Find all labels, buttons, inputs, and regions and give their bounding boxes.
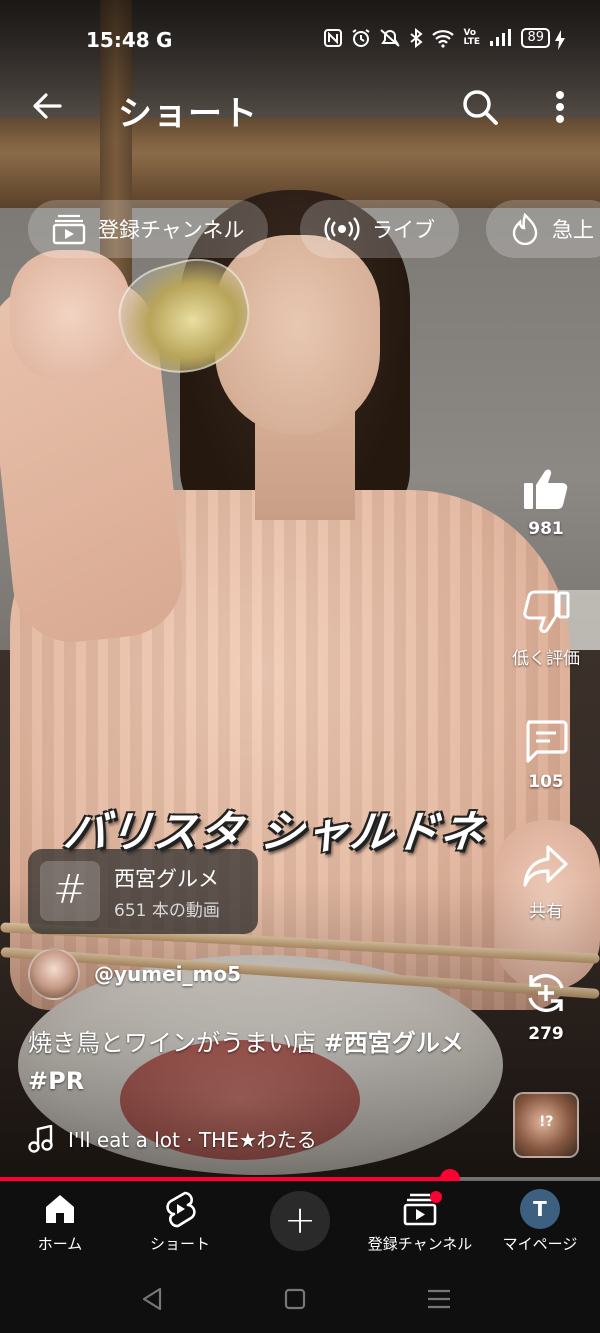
nav-label: ホーム [37,1235,83,1253]
audio-thumbnail[interactable]: !? [513,1092,579,1158]
hashtag-icon: # [40,861,100,921]
music-note-icon [28,1124,53,1153]
share-label: 共有 [529,902,563,922]
home-icon [46,1195,74,1223]
nfc-icon [324,29,343,47]
comment-count: 105 [528,772,564,792]
hashtag-video-count: 651 本の動画 [114,901,220,921]
video-person-hand [10,250,130,380]
google-icon: G [156,28,173,52]
chip-subscriptions[interactable]: 登録チャンネル [28,200,269,258]
hashtag-card[interactable]: # 西宮グルメ 651 本の動画 [28,849,258,934]
chip-label: 急上 [552,218,594,242]
description-hashtag[interactable]: #PR [28,1067,84,1095]
shorts-icon [166,1191,196,1228]
volte-icon: Vo LTE [463,28,480,47]
nav-my-page[interactable]: T マイページ [480,1189,600,1254]
channel-avatar[interactable] [28,948,80,1000]
description-text: 焼き鳥とワインがうまい店 [28,1029,324,1057]
search-icon[interactable] [460,87,500,127]
subscriptions-icon [52,214,86,245]
wifi-icon [432,30,455,48]
charging-icon [555,30,565,50]
user-avatar: T [520,1189,560,1229]
system-navigation [0,1266,600,1333]
nav-label: ショート [149,1235,210,1253]
system-home-icon[interactable] [280,1284,310,1314]
remix-count: 279 [528,1024,564,1044]
filter-chips: 登録チャンネル ライブ 急上 [0,200,600,260]
comment-button[interactable]: 105 [500,718,592,792]
description-hashtag[interactable]: #西宮グルメ [324,1029,464,1057]
create-button[interactable]: + [270,1191,330,1251]
app-bar: ショート [0,82,600,134]
remix-icon [528,973,564,1013]
signal-icon [490,29,512,46]
mute-icon [380,29,401,47]
chip-trending[interactable]: 急上 [486,200,600,258]
dislike-button[interactable]: 低く評価 [500,590,592,669]
status-time: 15:48 [86,28,150,52]
thumbs-up-icon [524,469,568,509]
comment-icon [526,720,568,763]
nav-label: マイページ [502,1235,578,1253]
nav-subscriptions[interactable]: 登録チャンネル [360,1189,480,1254]
bluetooth-icon [410,28,424,48]
music-row[interactable]: I'll eat a lot · THE★わたる [28,1124,317,1153]
system-menu-icon[interactable] [424,1284,454,1314]
share-button[interactable]: 共有 [500,843,592,922]
trending-icon [512,213,538,245]
like-button[interactable]: 981 [500,465,592,539]
chip-label: 登録チャンネル [98,218,245,242]
hashtag-name: 西宮グルメ [114,867,219,891]
like-count: 981 [528,519,564,539]
video-description[interactable]: 焼き鳥とワインがうまい店 #西宮グルメ #PR [28,1024,488,1100]
alarm-icon [352,29,371,47]
notification-dot [430,1191,442,1203]
remix-button[interactable]: 279 [500,970,592,1044]
nav-shorts[interactable]: ショート [120,1189,240,1254]
status-bar: 15:48 G Vo LTE 89 [0,22,600,58]
bottom-navigation: ホーム ショート + 登録チャンネル T マイページ [0,1181,600,1266]
chip-label: ライブ [372,218,435,242]
dislike-label: 低く評価 [512,649,580,669]
nav-home[interactable]: ホーム [0,1189,120,1254]
page-title: ショート [118,94,258,134]
share-icon [523,845,568,887]
battery-indicator: 89 [521,28,550,48]
thumbs-down-icon [523,590,570,633]
live-icon [324,217,360,241]
nav-label: 登録チャンネル [367,1235,473,1253]
system-back-icon[interactable] [138,1284,168,1314]
back-arrow-icon[interactable] [28,86,68,126]
channel-handle[interactable]: @yumei_mo5 [94,962,241,986]
music-title: I'll eat a lot · THE★わたる [68,1128,317,1152]
chip-live[interactable]: ライブ [300,200,459,258]
status-icons: Vo LTE 89 [323,28,550,48]
thumbnail-overlay: !? [539,1114,554,1130]
more-vert-icon[interactable] [548,87,572,127]
